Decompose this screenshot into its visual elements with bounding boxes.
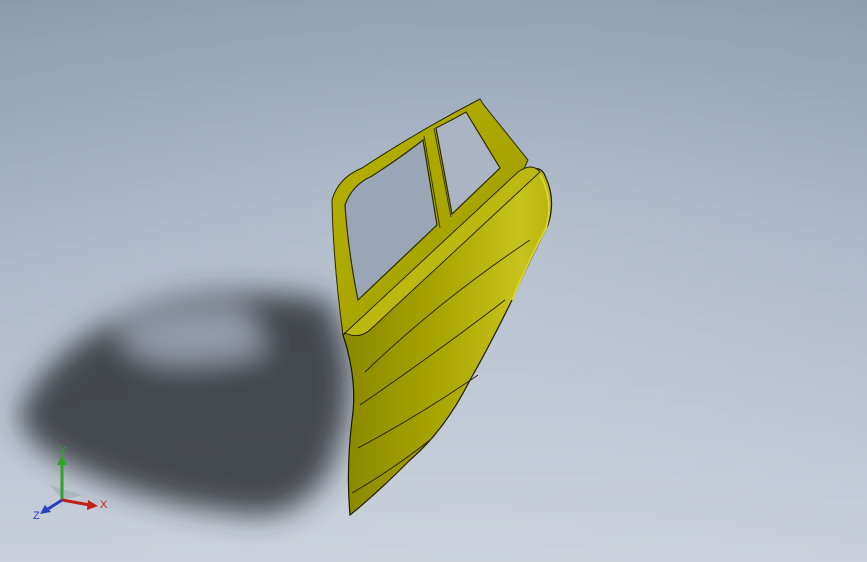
z-axis-arrow — [47, 498, 63, 511]
x-axis-label: X — [100, 499, 108, 511]
graphics-viewport[interactable]: Y X Z — [0, 0, 867, 562]
y-axis-label: Y — [59, 445, 67, 457]
x-axis-arrow — [61, 498, 91, 507]
view-orientation-triad[interactable]: Y X Z — [30, 445, 120, 525]
x-axis-head — [87, 500, 98, 510]
z-axis-label: Z — [33, 510, 40, 522]
model-scene[interactable] — [0, 0, 867, 562]
